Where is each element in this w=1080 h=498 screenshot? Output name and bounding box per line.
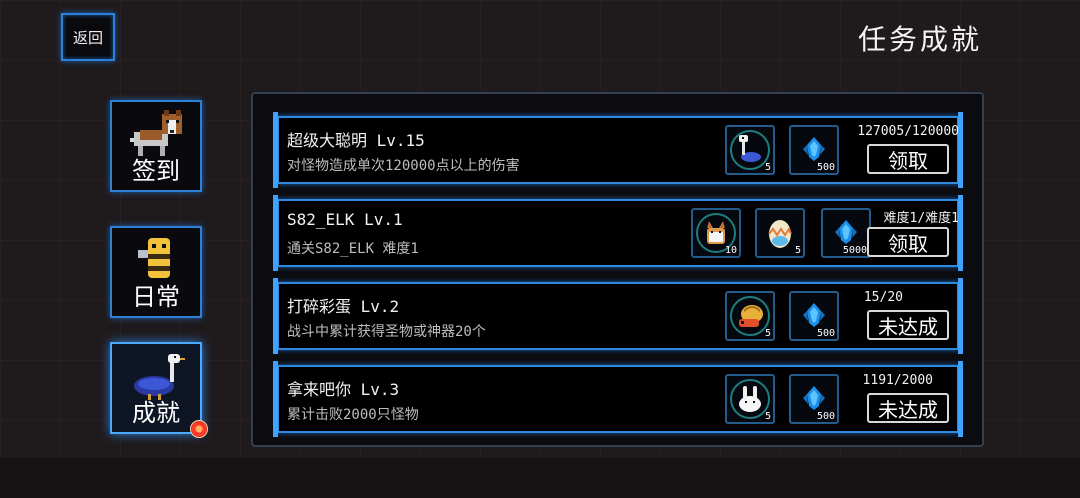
progress-text: 15/20 — [863, 290, 903, 305]
claim-button[interactable]: 领取 — [867, 227, 949, 257]
tab-achievements[interactable]: 成就 — [110, 342, 202, 434]
back-button[interactable]: 返回 — [61, 13, 115, 61]
tab-label-sign-in: 签到 — [132, 157, 180, 185]
reward-count: 5 — [794, 245, 801, 256]
hermit-crab-pet-icon — [739, 305, 763, 327]
achievement-row: 超级大聪明 Lv.15 对怪物造成单次120000点以上的伤害 5 500 12… — [273, 112, 963, 188]
progress-text: 127005/120000 — [857, 124, 959, 139]
ostrich-pet-icon — [739, 135, 761, 162]
reward-count: 5 — [764, 162, 771, 173]
achievement-title: S82_ELK Lv.1 — [287, 210, 403, 229]
reward-slot[interactable]: 500 — [789, 374, 839, 424]
claim-button[interactable]: 领取 — [867, 144, 949, 174]
reward-slot[interactable]: 5 — [755, 208, 805, 258]
achievement-row: 打碎彩蛋 Lv.2 战斗中累计获得圣物或神器20个 5 500 15/20 未达… — [273, 278, 963, 354]
reward-slot[interactable]: 500 — [789, 291, 839, 341]
page-title: 任务成就 — [857, 23, 982, 56]
reward-count: 500 — [816, 328, 835, 339]
tab-label-achievements: 成就 — [132, 399, 180, 427]
achievement-row: S82_ELK Lv.1 通关S82_ELK 难度1 10 5 5000 难度1… — [273, 195, 963, 271]
reward-count: 500 — [816, 411, 835, 422]
achievement-title: 打碎彩蛋 Lv.2 — [287, 297, 400, 316]
achievement-desc: 通关S82_ELK 难度1 — [287, 241, 419, 257]
reward-count: 500 — [816, 162, 835, 173]
reward-count: 5 — [764, 411, 771, 422]
achievement-title: 拿来吧你 Lv.3 — [287, 380, 400, 399]
reward-slot[interactable]: 5 — [725, 291, 775, 341]
rabbit-pet-icon — [739, 386, 761, 412]
achievement-desc: 对怪物造成单次120000点以上的伤害 — [287, 158, 520, 174]
not-achieved-button[interactable]: 未达成 — [867, 310, 949, 340]
egg-icon — [768, 220, 792, 248]
reward-slot[interactable]: 5000 — [821, 208, 871, 258]
reward-count: 5000 — [842, 245, 867, 256]
reward-count: 5 — [764, 328, 771, 339]
tab-label-daily: 日常 — [132, 283, 180, 311]
reward-count: 10 — [724, 245, 737, 256]
reward-slot[interactable]: 500 — [789, 125, 839, 175]
achievement-desc: 战斗中累计获得圣物或神器20个 — [287, 324, 486, 340]
notification-badge — [190, 420, 208, 438]
tab-daily[interactable]: 日常 — [110, 226, 202, 318]
achievement-title: 超级大聪明 Lv.15 — [287, 131, 425, 150]
achievement-desc: 累计击败2000只怪物 — [287, 407, 419, 423]
reward-slot[interactable]: 10 — [691, 208, 741, 258]
reward-slot[interactable]: 5 — [725, 374, 775, 424]
bottom-strip — [0, 458, 1080, 498]
progress-text: 1191/2000 — [862, 373, 933, 388]
reward-slot[interactable]: 5 — [725, 125, 775, 175]
tab-sign-in[interactable]: 签到 — [110, 100, 202, 192]
achievement-row: 拿来吧你 Lv.3 累计击败2000只怪物 5 500 1191/2000 未达 — [273, 361, 963, 437]
progress-text: 难度1/难度1 — [883, 211, 959, 226]
achievement-panel: 超级大聪明 Lv.15 对怪物造成单次120000点以上的伤害 5 500 12… — [251, 92, 984, 447]
not-achieved-button[interactable]: 未达成 — [867, 393, 949, 423]
